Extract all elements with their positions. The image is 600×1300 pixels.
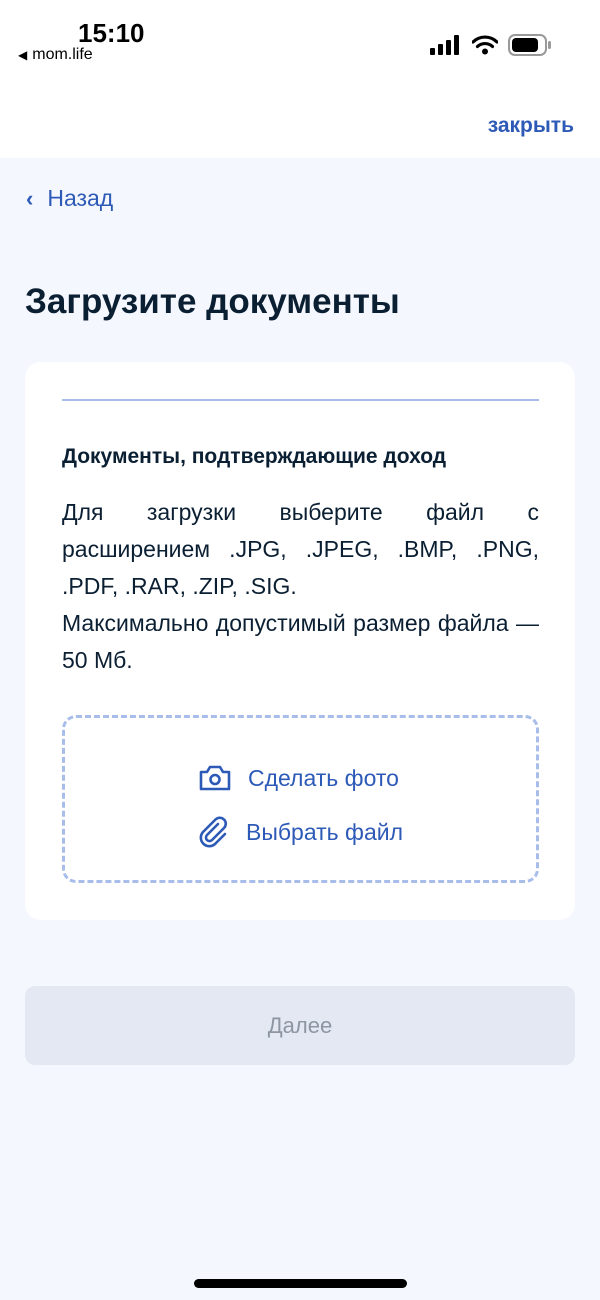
wifi-icon — [472, 35, 498, 55]
upload-dropzone[interactable]: Сделать фото Выбрать файл — [62, 715, 539, 883]
status-icons — [430, 34, 552, 56]
paperclip-icon — [199, 816, 227, 848]
page-title: Загрузите документы — [25, 282, 400, 321]
status-time: 15:10 — [78, 18, 145, 48]
camera-icon — [199, 765, 231, 791]
close-link[interactable]: закрыть — [488, 114, 574, 138]
card-divider — [62, 399, 539, 401]
next-button[interactable]: Далее — [25, 986, 575, 1065]
file-types-text: Для загрузки выберите файл с расширением… — [62, 499, 539, 599]
back-to-app-link[interactable]: ◀ mom.life — [18, 46, 93, 64]
card-heading: Документы, подтверждающие доход — [62, 445, 447, 468]
max-size-text: Максимально допустимый размер файла — 50… — [62, 610, 539, 673]
back-button[interactable]: ‹ Назад — [26, 185, 113, 212]
back-to-app-label: mom.life — [32, 46, 93, 63]
card-description: Для загрузки выберите файл с расширением… — [62, 494, 539, 679]
status-bar: 15:10 ◀ mom.life — [0, 0, 600, 80]
battery-icon — [508, 34, 551, 56]
upload-card: Документы, подтверждающие доход Для загр… — [25, 362, 575, 920]
chevron-left-icon: ‹ — [26, 185, 34, 211]
back-triangle-icon: ◀ — [18, 48, 28, 62]
take-photo-label: Сделать фото — [248, 764, 399, 791]
top-header: закрыть — [0, 80, 600, 158]
choose-file-button[interactable]: Выбрать файл — [198, 816, 403, 848]
choose-file-label: Выбрать файл — [246, 818, 404, 845]
back-label: Назад — [47, 185, 114, 211]
home-indicator — [194, 1279, 407, 1288]
signal-icon — [430, 35, 459, 55]
take-photo-button[interactable]: Сделать фото — [198, 764, 399, 792]
